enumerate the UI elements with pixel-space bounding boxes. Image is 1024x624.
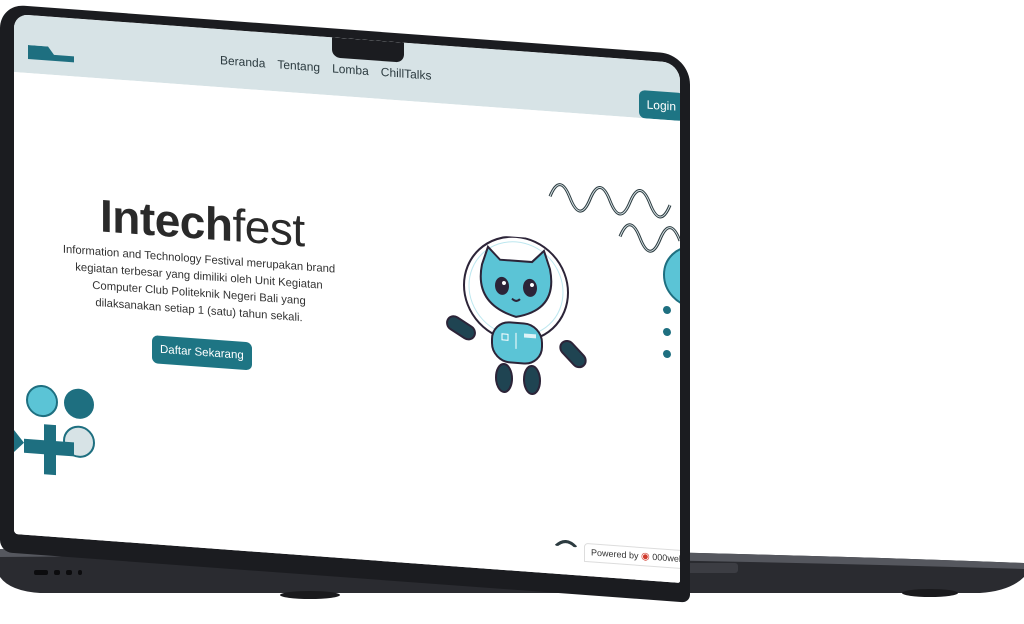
decor-shapes-icon: [14, 385, 95, 476]
port-icon: [34, 570, 48, 575]
login-button[interactable]: Login: [638, 89, 680, 122]
hero-section: Intechfest Information and Technology Fe…: [14, 72, 680, 583]
nav-link-chilltalks[interactable]: ChillTalks: [381, 65, 432, 83]
port-icon: [54, 570, 60, 575]
register-button[interactable]: Daftar Sekarang: [152, 335, 252, 371]
nav-link-lomba[interactable]: Lomba: [332, 61, 369, 78]
port-icon: [66, 570, 72, 575]
hero-title-bold: Intech: [100, 189, 233, 252]
laptop-mockup: Beranda Tentang Lomba ChillTalks Login I…: [0, 0, 1024, 624]
host-logo-icon: ◉: [641, 551, 650, 563]
laptop-ports: [34, 570, 82, 575]
nav-link-tentang[interactable]: Tentang: [277, 57, 320, 74]
nav-link-beranda[interactable]: Beranda: [220, 53, 265, 70]
hero-title-light: fest: [232, 199, 305, 257]
powered-by-label: Powered by: [591, 547, 639, 561]
robot-cat-mascot: [446, 235, 587, 396]
arc-shape-icon: [554, 540, 578, 548]
port-icon: [78, 570, 82, 575]
hosting-badge[interactable]: Powered by ◉ 000webhost: [584, 542, 680, 571]
laptop-screen: Beranda Tentang Lomba ChillTalks Login I…: [14, 14, 680, 583]
host-brand: 000webhost: [652, 551, 680, 566]
corner-shape-icon: [28, 45, 74, 63]
